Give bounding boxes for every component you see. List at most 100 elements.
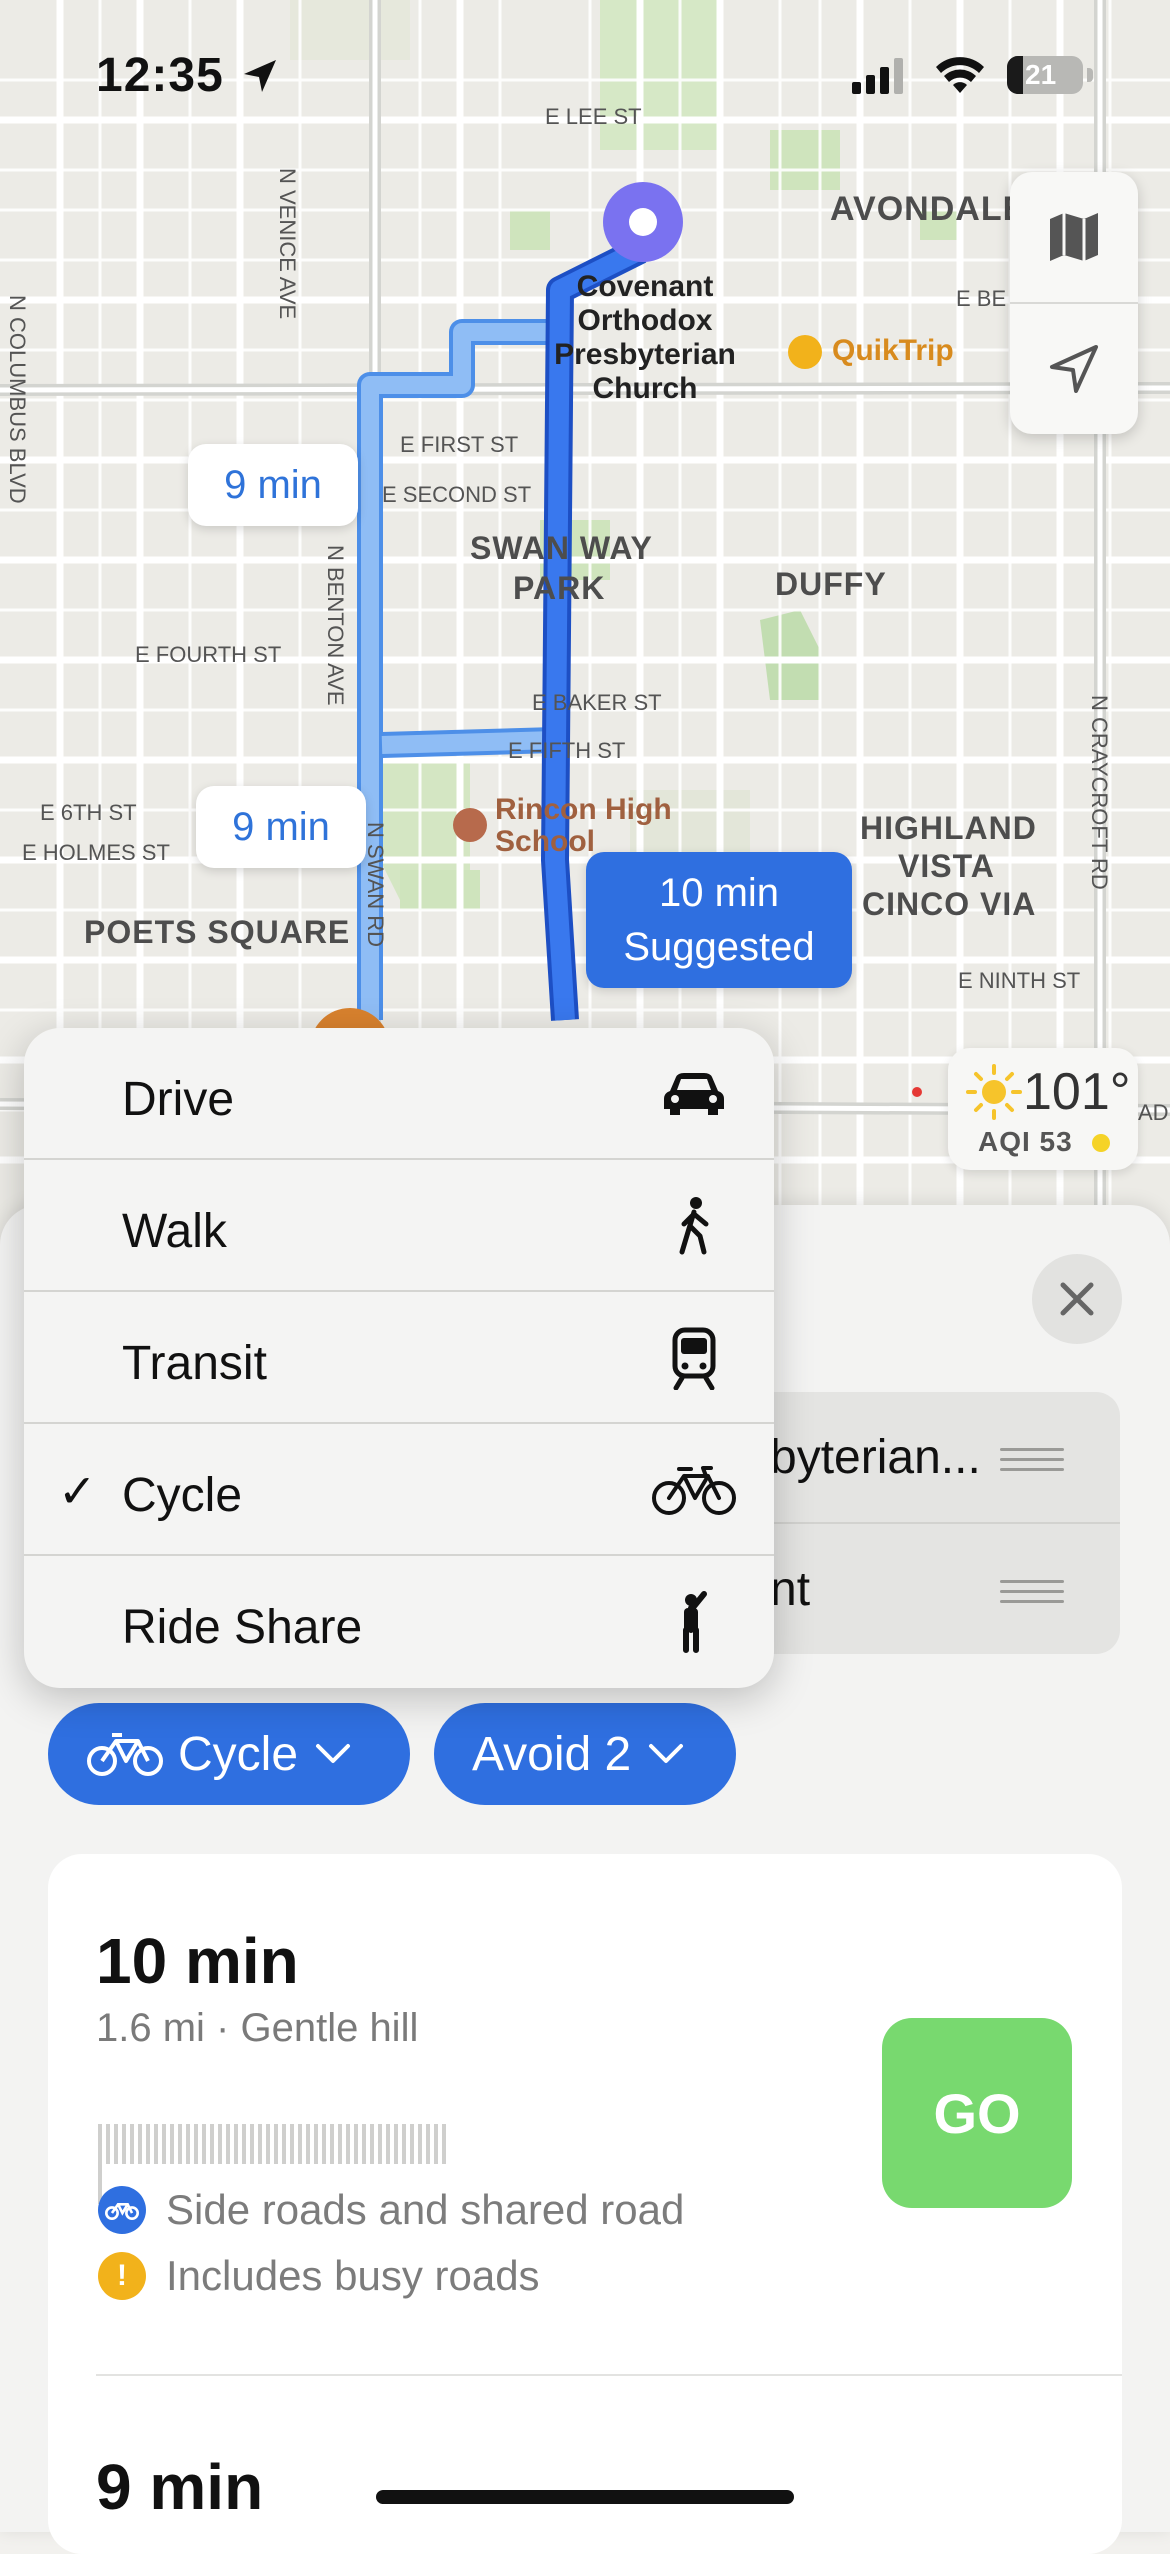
destination-label[interactable]: Covenant Orthodox Presbyterian Church	[540, 270, 750, 406]
menu-item-label: Drive	[122, 1073, 235, 1126]
walking-person-icon	[644, 1194, 744, 1258]
elevation-bar	[402, 2124, 406, 2164]
street-label: E 6TH ST	[40, 800, 137, 825]
bicycle-icon	[98, 2186, 146, 2234]
route-time[interactable]: 10 min	[96, 1924, 299, 1998]
route-note: ! Includes busy roads	[98, 2252, 540, 2300]
route-time-bubble-alt[interactable]: 9 min	[196, 786, 366, 868]
route-time-bubble-suggested[interactable]: 10 min Suggested	[586, 852, 852, 988]
elevation-bar	[330, 2124, 334, 2164]
location-arrow-icon	[244, 60, 276, 92]
destination-label-line: Presbyterian	[554, 338, 736, 371]
elevation-bar	[250, 2124, 254, 2164]
street-label: E BE	[956, 286, 1007, 311]
temperature: 101°	[1023, 1063, 1131, 1121]
elevation-bar	[346, 2124, 350, 2164]
battery-fill	[1007, 56, 1023, 94]
location-arrow-outline-icon	[1050, 345, 1098, 393]
street-label: E HOLMES ST	[22, 840, 170, 865]
map-controls	[1010, 172, 1138, 434]
elevation-bar	[386, 2124, 390, 2164]
menu-item-cycle[interactable]: ✓ Cycle	[24, 1424, 774, 1556]
menu-item-label: Cycle	[122, 1469, 243, 1522]
menu-item-drive[interactable]: Drive	[24, 1028, 774, 1160]
reorder-handle-icon[interactable]	[1000, 1448, 1064, 1471]
poi-school-line: Rincon High	[495, 793, 672, 826]
elevation-bar	[338, 2124, 342, 2164]
elevation-bar	[394, 2124, 398, 2164]
area-label: CINCO VIA	[862, 886, 1037, 922]
elevation-bar	[290, 2124, 294, 2164]
elevation-bar	[122, 2124, 126, 2164]
elevation-bar	[138, 2124, 142, 2164]
map-icon	[1050, 213, 1098, 261]
go-button[interactable]: GO	[882, 2018, 1072, 2208]
route-time[interactable]: 9 min	[96, 2450, 263, 2524]
stop-label: byterian...	[770, 1431, 981, 1484]
street-label: E FOURTH ST	[135, 642, 282, 667]
route-note-text: Includes busy roads	[166, 2252, 540, 2299]
area-label: SWAN WAY	[470, 530, 653, 566]
route-summary: 1.6 mi · Gentle hill	[96, 2006, 419, 2050]
route-time-bubble-alt[interactable]: 9 min	[188, 444, 358, 526]
elevation-bar	[154, 2124, 158, 2164]
suggested-time: 10 min	[658, 871, 780, 915]
street-label: E FIFTH ST	[508, 738, 626, 763]
area-label: PARK	[513, 570, 606, 606]
weather-widget[interactable]: 101° AQI 53	[948, 1048, 1138, 1170]
menu-item-label: Walk	[122, 1205, 227, 1258]
poi-school[interactable]: Rincon High School	[495, 794, 672, 858]
elevation-bar	[442, 2124, 446, 2164]
menu-item-walk[interactable]: Walk	[24, 1160, 774, 1292]
poi-quiktrip[interactable]: QuikTrip	[832, 334, 954, 368]
elevation-bar	[210, 2124, 214, 2164]
transport-mode-chip[interactable]: Cycle	[48, 1703, 410, 1805]
reorder-handle-icon[interactable]	[1000, 1580, 1064, 1603]
street-label: N CRAYCROFT RD	[1087, 695, 1112, 890]
elevation-bar	[370, 2124, 374, 2164]
close-button[interactable]	[1032, 1254, 1122, 1344]
area-label: VISTA	[898, 848, 995, 884]
street-label: E SECOND ST	[382, 482, 532, 507]
street-label: N VENICE AVE	[275, 168, 300, 320]
elevation-bar	[362, 2124, 366, 2164]
transport-mode-label: Cycle	[178, 1727, 299, 1781]
area-label: HIGHLAND	[860, 810, 1037, 846]
map-mode-button[interactable]	[1010, 172, 1138, 302]
street-label: E BAKER ST	[532, 690, 662, 715]
sun-icon	[966, 1064, 1022, 1120]
menu-item-label: Transit	[122, 1337, 267, 1390]
menu-item-ride-share[interactable]: Ride Share	[24, 1556, 774, 1688]
chevron-down-icon	[316, 1744, 351, 1763]
elevation-profile	[98, 2124, 456, 2204]
elevation-bar	[186, 2124, 190, 2164]
street-label: N COLUMBUS BLVD	[5, 295, 30, 504]
warning-icon: !	[98, 2252, 146, 2300]
elevation-bar	[234, 2124, 238, 2164]
street-label: N BENTON AVE	[323, 545, 348, 706]
tram-icon	[644, 1326, 744, 1390]
avoid-options-chip[interactable]: Avoid 2	[434, 1703, 736, 1805]
elevation-bar	[354, 2124, 358, 2164]
street-label: E FIRST ST	[400, 432, 519, 457]
chevron-down-icon	[649, 1744, 684, 1763]
current-location-button[interactable]	[1010, 304, 1138, 434]
elevation-bar	[410, 2124, 414, 2164]
area-label: DUFFY	[775, 566, 887, 602]
home-indicator[interactable]	[376, 2490, 794, 2504]
avoid-options-label: Avoid 2	[472, 1727, 632, 1781]
stop-row-origin[interactable]: nt	[740, 1524, 1120, 1654]
elevation-bar	[98, 2124, 102, 2164]
bicycle-icon	[644, 1458, 744, 1522]
elevation-bar	[226, 2124, 230, 2164]
battery-level: 21	[1025, 59, 1057, 90]
elevation-bar	[378, 2124, 382, 2164]
menu-item-label: Ride Share	[122, 1601, 363, 1654]
stop-row-destination[interactable]: byterian...	[740, 1392, 1120, 1522]
elevation-bar	[194, 2124, 198, 2164]
menu-item-transit[interactable]: Transit	[24, 1292, 774, 1424]
destination-label-line: Orthodox	[577, 304, 713, 337]
elevation-bar	[218, 2124, 222, 2164]
battery-icon: 21	[1007, 56, 1097, 94]
hailing-person-icon	[644, 1590, 744, 1654]
